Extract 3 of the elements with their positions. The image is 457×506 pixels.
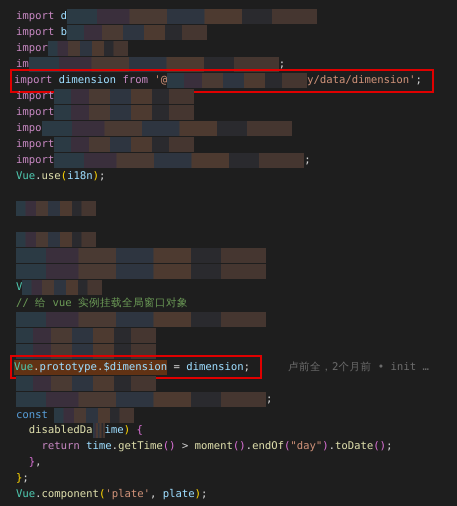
git-blame-annotation: 卢前全，2个月前 • init … [288,360,429,374]
highlight-frame: import dimension from '@ y/data/dimension'; [12,70,432,91]
highlight-frame: Vue.prototype.$dimension = dimension; [12,357,260,378]
